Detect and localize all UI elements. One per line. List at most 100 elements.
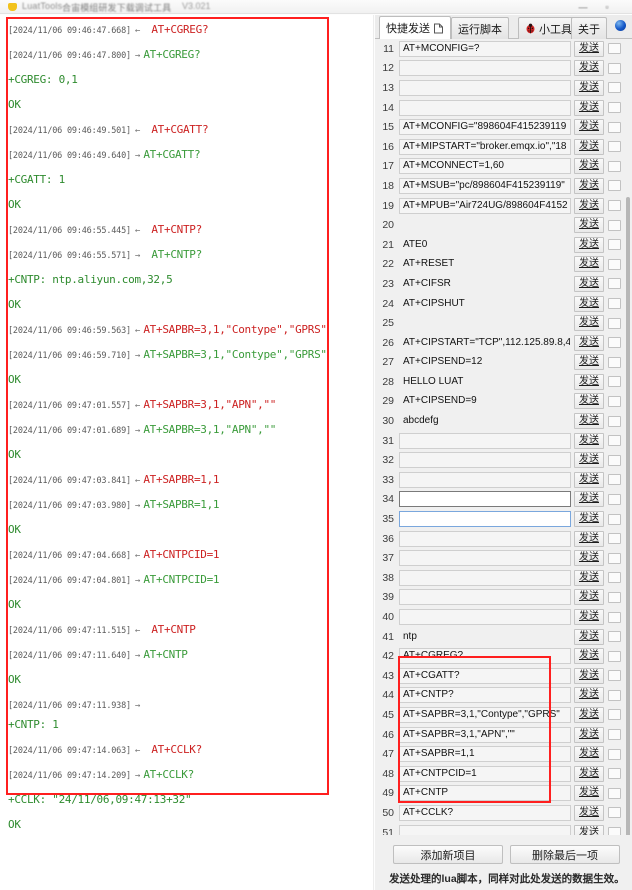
command-input[interactable]: AT+MIPSTART="broker.emqx.io","18 [399, 138, 571, 155]
send-button[interactable]: 发送 [574, 471, 604, 488]
row-checkbox[interactable] [608, 219, 621, 231]
send-button[interactable]: 发送 [574, 667, 604, 684]
row-checkbox[interactable] [608, 611, 621, 623]
row-checkbox[interactable] [608, 709, 621, 721]
tab-1[interactable]: 运行脚本 [451, 17, 509, 39]
send-button[interactable]: 发送 [574, 217, 604, 234]
row-checkbox[interactable] [608, 689, 621, 701]
command-input[interactable] [399, 432, 571, 449]
command-input[interactable]: AT+CIFSR [399, 276, 571, 292]
command-input[interactable] [399, 60, 571, 77]
send-button[interactable]: 发送 [574, 569, 604, 586]
row-checkbox[interactable] [608, 533, 621, 545]
command-input[interactable]: AT+CIPSHUT [399, 296, 571, 312]
send-button[interactable]: 发送 [574, 746, 604, 763]
send-button[interactable]: 发送 [574, 530, 604, 547]
row-checkbox[interactable] [608, 513, 621, 525]
row-checkbox[interactable] [608, 239, 621, 251]
command-input[interactable]: AT+CNTP [399, 785, 571, 802]
add-new-item-button[interactable]: 添加新项目 [393, 845, 503, 864]
row-checkbox[interactable] [608, 278, 621, 290]
command-input[interactable]: AT+CIPSEND=9 [399, 393, 571, 409]
row-checkbox[interactable] [608, 395, 621, 407]
send-button[interactable]: 发送 [574, 119, 604, 136]
row-checkbox[interactable] [608, 631, 621, 643]
serial-log-panel[interactable]: [2024/11/06 09:46:47.668] ← AT+CGREG? [2024… [0, 15, 374, 890]
command-input[interactable]: ntp [399, 629, 571, 645]
send-button[interactable]: 发送 [574, 275, 604, 292]
send-button[interactable]: 发送 [574, 609, 604, 626]
command-input[interactable]: abcdefg [399, 413, 571, 429]
row-checkbox[interactable] [608, 650, 621, 662]
send-button[interactable]: 发送 [574, 197, 604, 214]
command-input[interactable]: AT+MCONFIG="898604F415239119 [399, 119, 571, 136]
send-button[interactable]: 发送 [574, 393, 604, 410]
command-input[interactable] [399, 99, 571, 116]
row-checkbox[interactable] [608, 298, 621, 310]
row-checkbox[interactable] [608, 474, 621, 486]
send-button[interactable]: 发送 [574, 354, 604, 371]
command-input[interactable]: AT+CGATT? [399, 667, 571, 684]
send-button[interactable]: 发送 [574, 452, 604, 469]
minimize-button[interactable]: — [574, 1, 592, 13]
send-button[interactable]: 发送 [574, 334, 604, 351]
quick-send-row-list[interactable]: 11 AT+MCONFIG=? 发送 12 发送 13 发送 14 发送 15 AT+MCONFIG… [375, 39, 632, 850]
send-button[interactable]: 发送 [574, 726, 604, 743]
row-checkbox[interactable] [608, 435, 621, 447]
row-checkbox[interactable] [608, 552, 621, 564]
rows-scrollbar[interactable] [626, 197, 630, 845]
command-input[interactable]: AT+MCONNECT=1,60 [399, 158, 571, 175]
send-button[interactable]: 发送 [574, 706, 604, 723]
row-checkbox[interactable] [608, 180, 621, 192]
row-checkbox[interactable] [608, 670, 621, 682]
command-input[interactable]: HELLO LUAT [399, 374, 571, 390]
command-input[interactable]: AT+CNTP? [399, 687, 571, 704]
command-input[interactable] [399, 471, 571, 488]
send-button[interactable]: 发送 [574, 158, 604, 175]
tab-0[interactable]: 快捷发送 [379, 16, 451, 39]
send-button[interactable]: 发送 [574, 589, 604, 606]
send-button[interactable]: 发送 [574, 373, 604, 390]
send-button[interactable]: 发送 [574, 804, 604, 821]
row-checkbox[interactable] [608, 62, 621, 74]
command-input[interactable]: AT+MSUB="pc/898604F415239119" [399, 177, 571, 194]
row-checkbox[interactable] [608, 572, 621, 584]
row-checkbox[interactable] [608, 121, 621, 133]
row-checkbox[interactable] [608, 43, 621, 55]
send-button[interactable]: 发送 [574, 628, 604, 645]
row-checkbox[interactable] [608, 768, 621, 780]
row-checkbox[interactable] [608, 729, 621, 741]
command-input[interactable] [399, 511, 571, 528]
maximize-button[interactable]: ▫ [598, 1, 616, 13]
send-button[interactable]: 发送 [574, 295, 604, 312]
row-checkbox[interactable] [608, 748, 621, 760]
row-checkbox[interactable] [608, 258, 621, 270]
command-input[interactable] [399, 315, 571, 331]
command-input[interactable] [399, 569, 571, 586]
send-button[interactable]: 发送 [574, 432, 604, 449]
command-input[interactable]: AT+MCONFIG=? [399, 40, 571, 57]
command-input[interactable]: AT+CGREG? [399, 648, 571, 665]
row-checkbox[interactable] [608, 376, 621, 388]
command-input[interactable]: AT+SAPBR=1,1 [399, 746, 571, 763]
send-button[interactable]: 发送 [574, 550, 604, 567]
row-checkbox[interactable] [608, 102, 621, 114]
row-checkbox[interactable] [608, 454, 621, 466]
row-checkbox[interactable] [608, 356, 621, 368]
send-button[interactable]: 发送 [574, 256, 604, 273]
row-checkbox[interactable] [608, 160, 621, 172]
row-checkbox[interactable] [608, 317, 621, 329]
globe-icon[interactable] [615, 20, 626, 31]
tab-2[interactable]: 小工具 [518, 17, 579, 39]
delete-last-item-button[interactable]: 删除最后一项 [510, 845, 620, 864]
command-input[interactable]: AT+SAPBR=3,1,"Contype","GPRS" [399, 706, 571, 723]
command-input[interactable] [399, 79, 571, 96]
send-button[interactable]: 发送 [574, 79, 604, 96]
send-button[interactable]: 发送 [574, 413, 604, 430]
row-checkbox[interactable] [608, 787, 621, 799]
send-button[interactable]: 发送 [574, 765, 604, 782]
send-button[interactable]: 发送 [574, 236, 604, 253]
tab-3[interactable]: 关于 [571, 17, 607, 39]
send-button[interactable]: 发送 [574, 491, 604, 508]
command-input[interactable] [399, 491, 571, 508]
